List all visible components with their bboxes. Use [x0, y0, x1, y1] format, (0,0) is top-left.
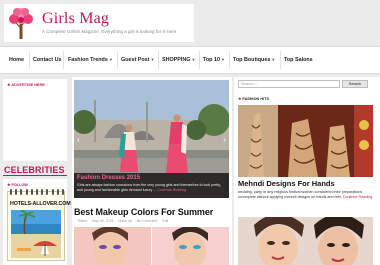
chevron-right-icon[interactable]: ›: [221, 135, 228, 145]
ad-text: HOTELS-ALLOVER.COM: [10, 201, 71, 207]
chevron-down-icon: ▼: [271, 57, 276, 62]
featured-title[interactable]: Fashion Dresses 2015: [77, 175, 140, 181]
celebrities-heading: CELEBRITIES: [4, 165, 65, 175]
post-date: May 28, 2015: [92, 219, 114, 223]
star-icon: ★: [7, 183, 11, 187]
star-icon: ★: [238, 97, 242, 101]
divider: [3, 175, 67, 176]
search-button[interactable]: Search: [342, 80, 368, 88]
post-comments[interactable]: No Comment: [137, 219, 158, 223]
nav-item-top-boutiques[interactable]: Top Boutiques▼: [233, 47, 275, 73]
mehndi-article-excerpt: wedding, party or any religious festival…: [238, 190, 373, 200]
left-sidebar: ★ADVERTISE HERE CELEBRITIES ★FOLLOW HOTE…: [0, 77, 71, 265]
follow-widget: ★FOLLOW HOTELS-ALLOVER.COM: [3, 179, 71, 265]
featured-caption: Fashion Dresses 2015 Girls are always fa…: [74, 173, 229, 198]
site-tagline: A Complete Girlish Magzine, Everything a…: [42, 29, 177, 34]
follow-heading: FOLLOW: [11, 183, 28, 187]
mehndi-article-title[interactable]: Mehndi Designs For Hands: [238, 179, 335, 188]
nav-item-guest-post[interactable]: Guest Post▼: [121, 47, 154, 73]
site-logo[interactable]: Girls Mag A Complete Girlish Magzine, Ev…: [4, 4, 194, 42]
nav-item-shopping[interactable]: SHOPPING▼: [162, 47, 195, 73]
chevron-down-icon: ▼: [150, 57, 155, 62]
main-content: ‹ › Fashion Dresses 2015 Girls are alway…: [72, 77, 232, 265]
fashion-hits-heading: FASHION HITS: [242, 97, 269, 101]
continue-reading-link[interactable]: Continue Reading: [343, 195, 373, 199]
chevron-left-icon[interactable]: ‹: [75, 135, 82, 145]
advertise-heading: ADVERTISE HERE: [11, 83, 45, 87]
advertise-widget: ★ADVERTISE HERE: [3, 79, 67, 161]
post-title[interactable]: Best Makeup Colors For Summer: [74, 207, 213, 217]
nav-item-top-10[interactable]: Top 10▼: [203, 47, 225, 73]
tree-hearts-icon: [9, 8, 33, 39]
featured-slider[interactable]: ‹ › Fashion Dresses 2015 Girls are alway…: [74, 80, 229, 198]
chevron-down-icon: ▼: [220, 57, 225, 62]
continue-reading-link[interactable]: Continue Reading: [157, 188, 186, 192]
featured-excerpt: Girls are always fashion conscious from …: [77, 183, 221, 192]
mehndi-image[interactable]: [238, 105, 373, 177]
search-input[interactable]: Search ...: [238, 80, 340, 88]
post-thumbnail[interactable]: [74, 227, 229, 265]
page: Girls Mag A Complete Girlish Magzine, Ev…: [0, 0, 380, 265]
nav-item-top-salons[interactable]: Top Salons: [284, 47, 313, 73]
chevron-down-icon: ▼: [108, 57, 113, 62]
main-navigation: Home Contact Us Fashion Trends▼ Guest Po…: [0, 46, 380, 74]
post-meta: Editor May 28, 2015 Make up No Comment E…: [78, 219, 172, 223]
site-header: Girls Mag A Complete Girlish Magzine, Ev…: [0, 0, 380, 44]
chevron-down-icon: ▼: [191, 57, 196, 62]
notepad-spiral: [10, 189, 64, 195]
site-title: Girls Mag: [42, 10, 110, 27]
post-category[interactable]: Make up: [118, 219, 131, 223]
post-edit-link[interactable]: Edit: [162, 219, 168, 223]
hotels-ad-banner[interactable]: HOTELS-ALLOVER.COM: [7, 189, 71, 261]
post-author[interactable]: Editor: [78, 219, 87, 223]
beach-photo: [11, 210, 61, 258]
makeup-image[interactable]: [238, 217, 373, 265]
star-icon: ★: [7, 83, 11, 87]
nav-item-home[interactable]: Home: [9, 47, 24, 73]
right-sidebar: Search ... Search ★FASHION HITS Mehndi D…: [234, 77, 380, 265]
nav-item-contact-us[interactable]: Contact Us: [33, 47, 61, 73]
nav-item-fashion-trends[interactable]: Fashion Trends▼: [68, 47, 113, 73]
